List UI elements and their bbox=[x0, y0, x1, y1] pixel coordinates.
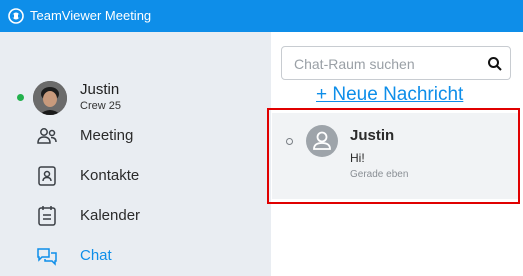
presence-status-dot bbox=[17, 94, 24, 101]
sidebar-item-meeting[interactable]: Meeting bbox=[0, 118, 271, 154]
sidebar-item-chat[interactable]: Chat bbox=[0, 238, 271, 274]
sidebar-item-label: Meeting bbox=[80, 127, 134, 144]
sidebar-item-label: Chat bbox=[80, 247, 112, 264]
user-name: Justin bbox=[80, 81, 120, 98]
sidebar-item-label: Kontakte bbox=[80, 167, 140, 184]
title-bar: TeamViewer Meeting bbox=[0, 0, 523, 32]
teamviewer-logo-icon bbox=[8, 8, 24, 24]
user-photo-icon bbox=[33, 81, 67, 115]
new-message-link[interactable]: + Neue Nachricht bbox=[316, 84, 463, 106]
calendar-icon bbox=[38, 206, 56, 226]
search-icon[interactable] bbox=[487, 56, 503, 72]
sidebar-item-label: Kalender bbox=[80, 207, 141, 224]
sidebar-item-kontakte[interactable]: Kontakte bbox=[0, 158, 271, 194]
chat-bubbles-icon bbox=[37, 248, 57, 266]
people-icon bbox=[37, 128, 57, 144]
user-subtitle: Crew 25 bbox=[80, 100, 121, 112]
search-input[interactable] bbox=[294, 55, 474, 73]
avatar[interactable] bbox=[33, 81, 67, 115]
sidebar-item-kalender[interactable]: Kalender bbox=[0, 198, 271, 234]
window-title: TeamViewer Meeting bbox=[30, 8, 152, 23]
chat-room-search[interactable] bbox=[281, 46, 511, 80]
selection-highlight bbox=[267, 108, 520, 204]
contact-card-icon bbox=[38, 166, 56, 186]
